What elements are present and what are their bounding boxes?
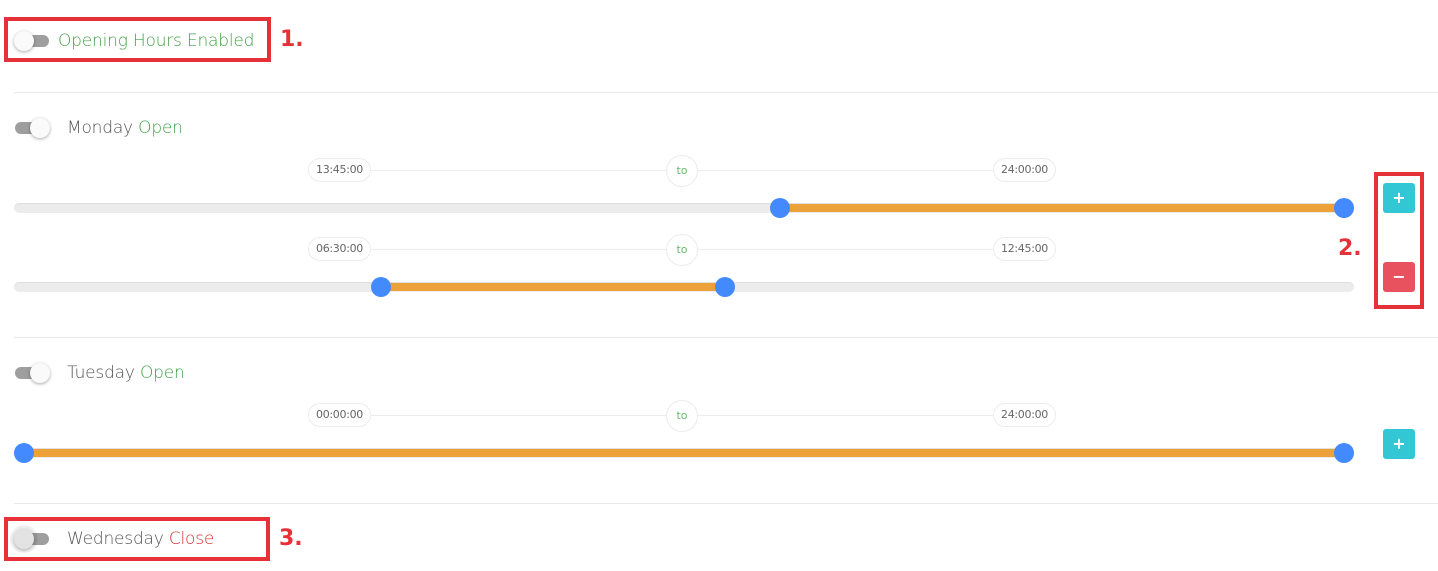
slider-handle-from[interactable] <box>770 198 791 218</box>
range-from-time: 13:45:00 <box>308 158 372 182</box>
toggle-knob <box>30 118 50 138</box>
range-separator: to <box>666 400 698 432</box>
annotation-number-1: 1. <box>280 27 304 52</box>
day-name: Tuesday <box>67 363 135 383</box>
monday-toggle[interactable] <box>14 117 50 139</box>
annotation-number-3: 3. <box>279 526 303 551</box>
slider-fill <box>780 204 1344 212</box>
annotation-box-1 <box>4 17 271 62</box>
tuesday-label: Tuesday Open <box>67 363 185 383</box>
day-name: Monday <box>67 118 133 138</box>
annotation-box-3 <box>4 517 270 561</box>
slider-handle-to[interactable] <box>1334 443 1354 463</box>
monday-range-slider-1[interactable] <box>14 198 1354 218</box>
range-to-time: 12:45:00 <box>993 237 1057 261</box>
day-status: Open <box>139 363 185 383</box>
day-status: Open <box>138 118 183 138</box>
annotation-number-2: 2. <box>1338 236 1362 261</box>
range-to-time: 24:00:00 <box>993 403 1057 427</box>
slider-handle-to[interactable] <box>715 277 736 297</box>
range-to-time: 24:00:00 <box>993 158 1057 182</box>
divider <box>14 503 1438 504</box>
tuesday-toggle[interactable] <box>14 362 50 384</box>
tuesday-range-slider-1[interactable] <box>14 443 1354 463</box>
annotation-box-2 <box>1374 172 1424 309</box>
range-from-time: 00:00:00 <box>308 403 372 427</box>
toggle-knob <box>30 363 50 383</box>
slider-handle-from[interactable] <box>371 277 392 297</box>
slider-handle-from[interactable] <box>14 443 34 463</box>
range-separator: to <box>666 155 698 187</box>
add-range-button[interactable]: + <box>1383 429 1415 459</box>
slider-fill <box>24 449 1344 457</box>
slider-fill <box>381 283 726 291</box>
range-from-time: 06:30:00 <box>308 237 372 261</box>
divider <box>14 337 1438 338</box>
slider-handle-to[interactable] <box>1334 198 1354 218</box>
divider <box>14 92 1438 93</box>
range-separator: to <box>666 234 698 266</box>
monday-range-slider-2[interactable] <box>14 277 1354 297</box>
monday-label: Monday Open <box>67 118 183 138</box>
